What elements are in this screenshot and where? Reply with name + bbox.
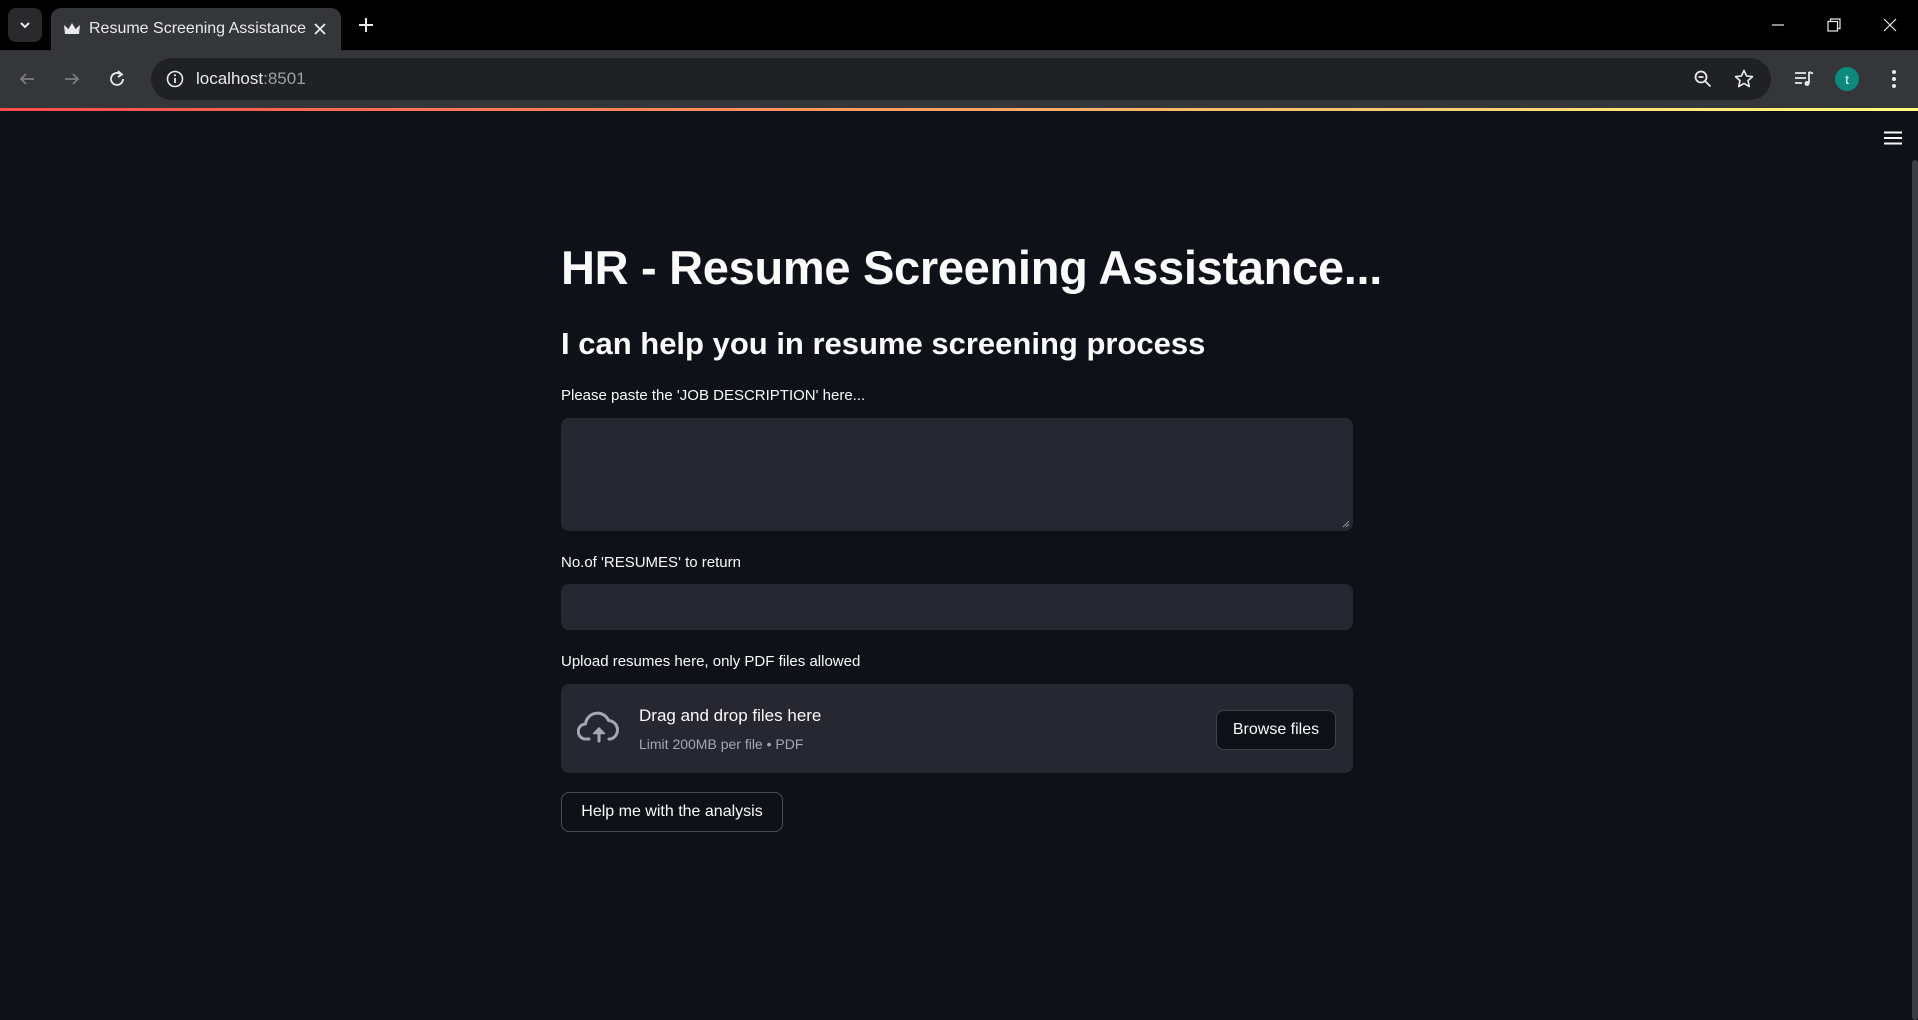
url-text[interactable]: localhost:8501 — [196, 69, 306, 89]
forward-arrow-icon — [65, 73, 80, 85]
tab-title: Resume Screening Assistance — [89, 20, 306, 37]
active-tab[interactable]: Resume Screening Assistance — [51, 8, 341, 50]
plus-icon — [359, 18, 373, 32]
zoom-icon — [1694, 70, 1712, 88]
analysis-submit-button[interactable]: Help me with the analysis — [561, 792, 783, 832]
browser-toolbar: localhost:8501 — [0, 50, 1918, 108]
close-icon — [314, 23, 326, 35]
job-description-textarea[interactable] — [561, 418, 1353, 531]
page-scrollbar[interactable] — [1912, 160, 1918, 1020]
cloud-upload-icon — [577, 711, 619, 743]
page-title: HR - Resume Screening Assistance... — [561, 241, 1382, 294]
back-arrow-icon — [19, 73, 34, 85]
bookmark-star-icon — [1734, 69, 1754, 88]
browser-tab-bar: Resume Screening Assistance — [0, 0, 1918, 50]
dropzone-title: Drag and drop files here — [639, 706, 822, 725]
back-button[interactable] — [11, 63, 43, 95]
page-subtitle: I can help you in resume screening proce… — [561, 326, 1206, 361]
site-info-icon — [166, 70, 184, 88]
num-resumes-label: No.of 'RESUMES' to return — [561, 554, 741, 571]
url-port: :8501 — [263, 69, 306, 88]
browser-menu-button[interactable] — [1878, 63, 1910, 95]
header-decoration-bar — [0, 108, 1918, 111]
chevron-down-icon — [20, 22, 30, 29]
site-info-button[interactable] — [159, 63, 191, 95]
media-controls-button[interactable] — [1788, 63, 1820, 95]
bookmark-button[interactable] — [1728, 63, 1760, 95]
zoom-button[interactable] — [1687, 63, 1719, 95]
forward-button[interactable] — [56, 63, 88, 95]
file-dropzone[interactable]: Drag and drop files here Limit 200MB per… — [561, 684, 1353, 773]
dropzone-limit-text: Limit 200MB per file • PDF — [639, 736, 804, 752]
reload-icon — [110, 70, 124, 86]
app-menu-button[interactable] — [1880, 127, 1906, 149]
minimize-icon — [1772, 24, 1784, 26]
restore-button[interactable] — [1806, 0, 1862, 50]
num-resumes-input[interactable] — [561, 584, 1353, 630]
close-window-button[interactable] — [1862, 0, 1918, 50]
hamburger-menu-icon — [1884, 131, 1902, 145]
reload-button[interactable] — [101, 63, 133, 95]
tab-close-button[interactable] — [309, 18, 331, 40]
new-tab-button[interactable] — [351, 10, 381, 40]
url-host: localhost — [196, 69, 264, 88]
resize-grip-icon[interactable] — [1342, 520, 1350, 528]
browse-files-button[interactable]: Browse files — [1216, 710, 1336, 750]
kebab-menu-icon — [1892, 70, 1896, 88]
streamlit-crown-icon — [64, 23, 80, 34]
minimize-button[interactable] — [1750, 0, 1806, 50]
media-controls-icon — [1795, 71, 1814, 86]
uploader-label: Upload resumes here, only PDF files allo… — [561, 653, 861, 670]
close-icon — [1883, 18, 1897, 32]
tab-search-button[interactable] — [8, 8, 42, 42]
job-description-label: Please paste the 'JOB DESCRIPTION' here.… — [561, 387, 866, 404]
address-bar[interactable]: localhost:8501 — [151, 58, 1771, 100]
profile-avatar[interactable]: t — [1835, 67, 1859, 91]
restore-icon — [1827, 18, 1841, 32]
